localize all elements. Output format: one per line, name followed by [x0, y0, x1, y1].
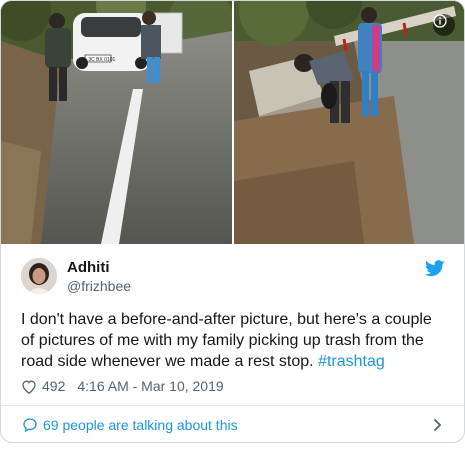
car-on-road-photo[interactable]: DL 3C BX 0101 [1, 1, 232, 244]
tweet-media[interactable]: DL 3C BX 0101 [1, 1, 464, 244]
info-icon [433, 14, 447, 28]
author-name[interactable]: Adhiti [67, 259, 110, 276]
author-handle[interactable]: @frizhbee [67, 278, 131, 294]
tweet-meta: 492 4:16 AM - Mar 10, 2019 [21, 376, 224, 396]
tweet-text: I don't have a before-and-after picture,… [21, 309, 446, 372]
talking-about-link[interactable]: 69 people are talking about this [1, 406, 464, 442]
heart-icon [22, 379, 36, 394]
avatar[interactable] [21, 258, 57, 294]
like-count: 492 [42, 378, 66, 394]
comment-icon [23, 417, 37, 432]
info-button[interactable] [433, 14, 455, 36]
embedded-tweet-card[interactable]: DL 3C BX 0101 Adhiti @frizhbee I don't h… [0, 0, 465, 443]
hashtag-link[interactable]: #trashtag [318, 353, 385, 370]
twitter-bird-icon[interactable] [425, 260, 445, 277]
tweet-timestamp[interactable]: 4:16 AM - Mar 10, 2019 [77, 378, 223, 394]
roadside-cleanup-photo[interactable] [234, 1, 464, 244]
chevron-right-icon [433, 418, 442, 432]
like-button[interactable]: 492 [21, 378, 65, 394]
tweet-header: Adhiti @frizhbee [21, 258, 449, 298]
talking-about-label: 69 people are talking about this [43, 416, 238, 433]
